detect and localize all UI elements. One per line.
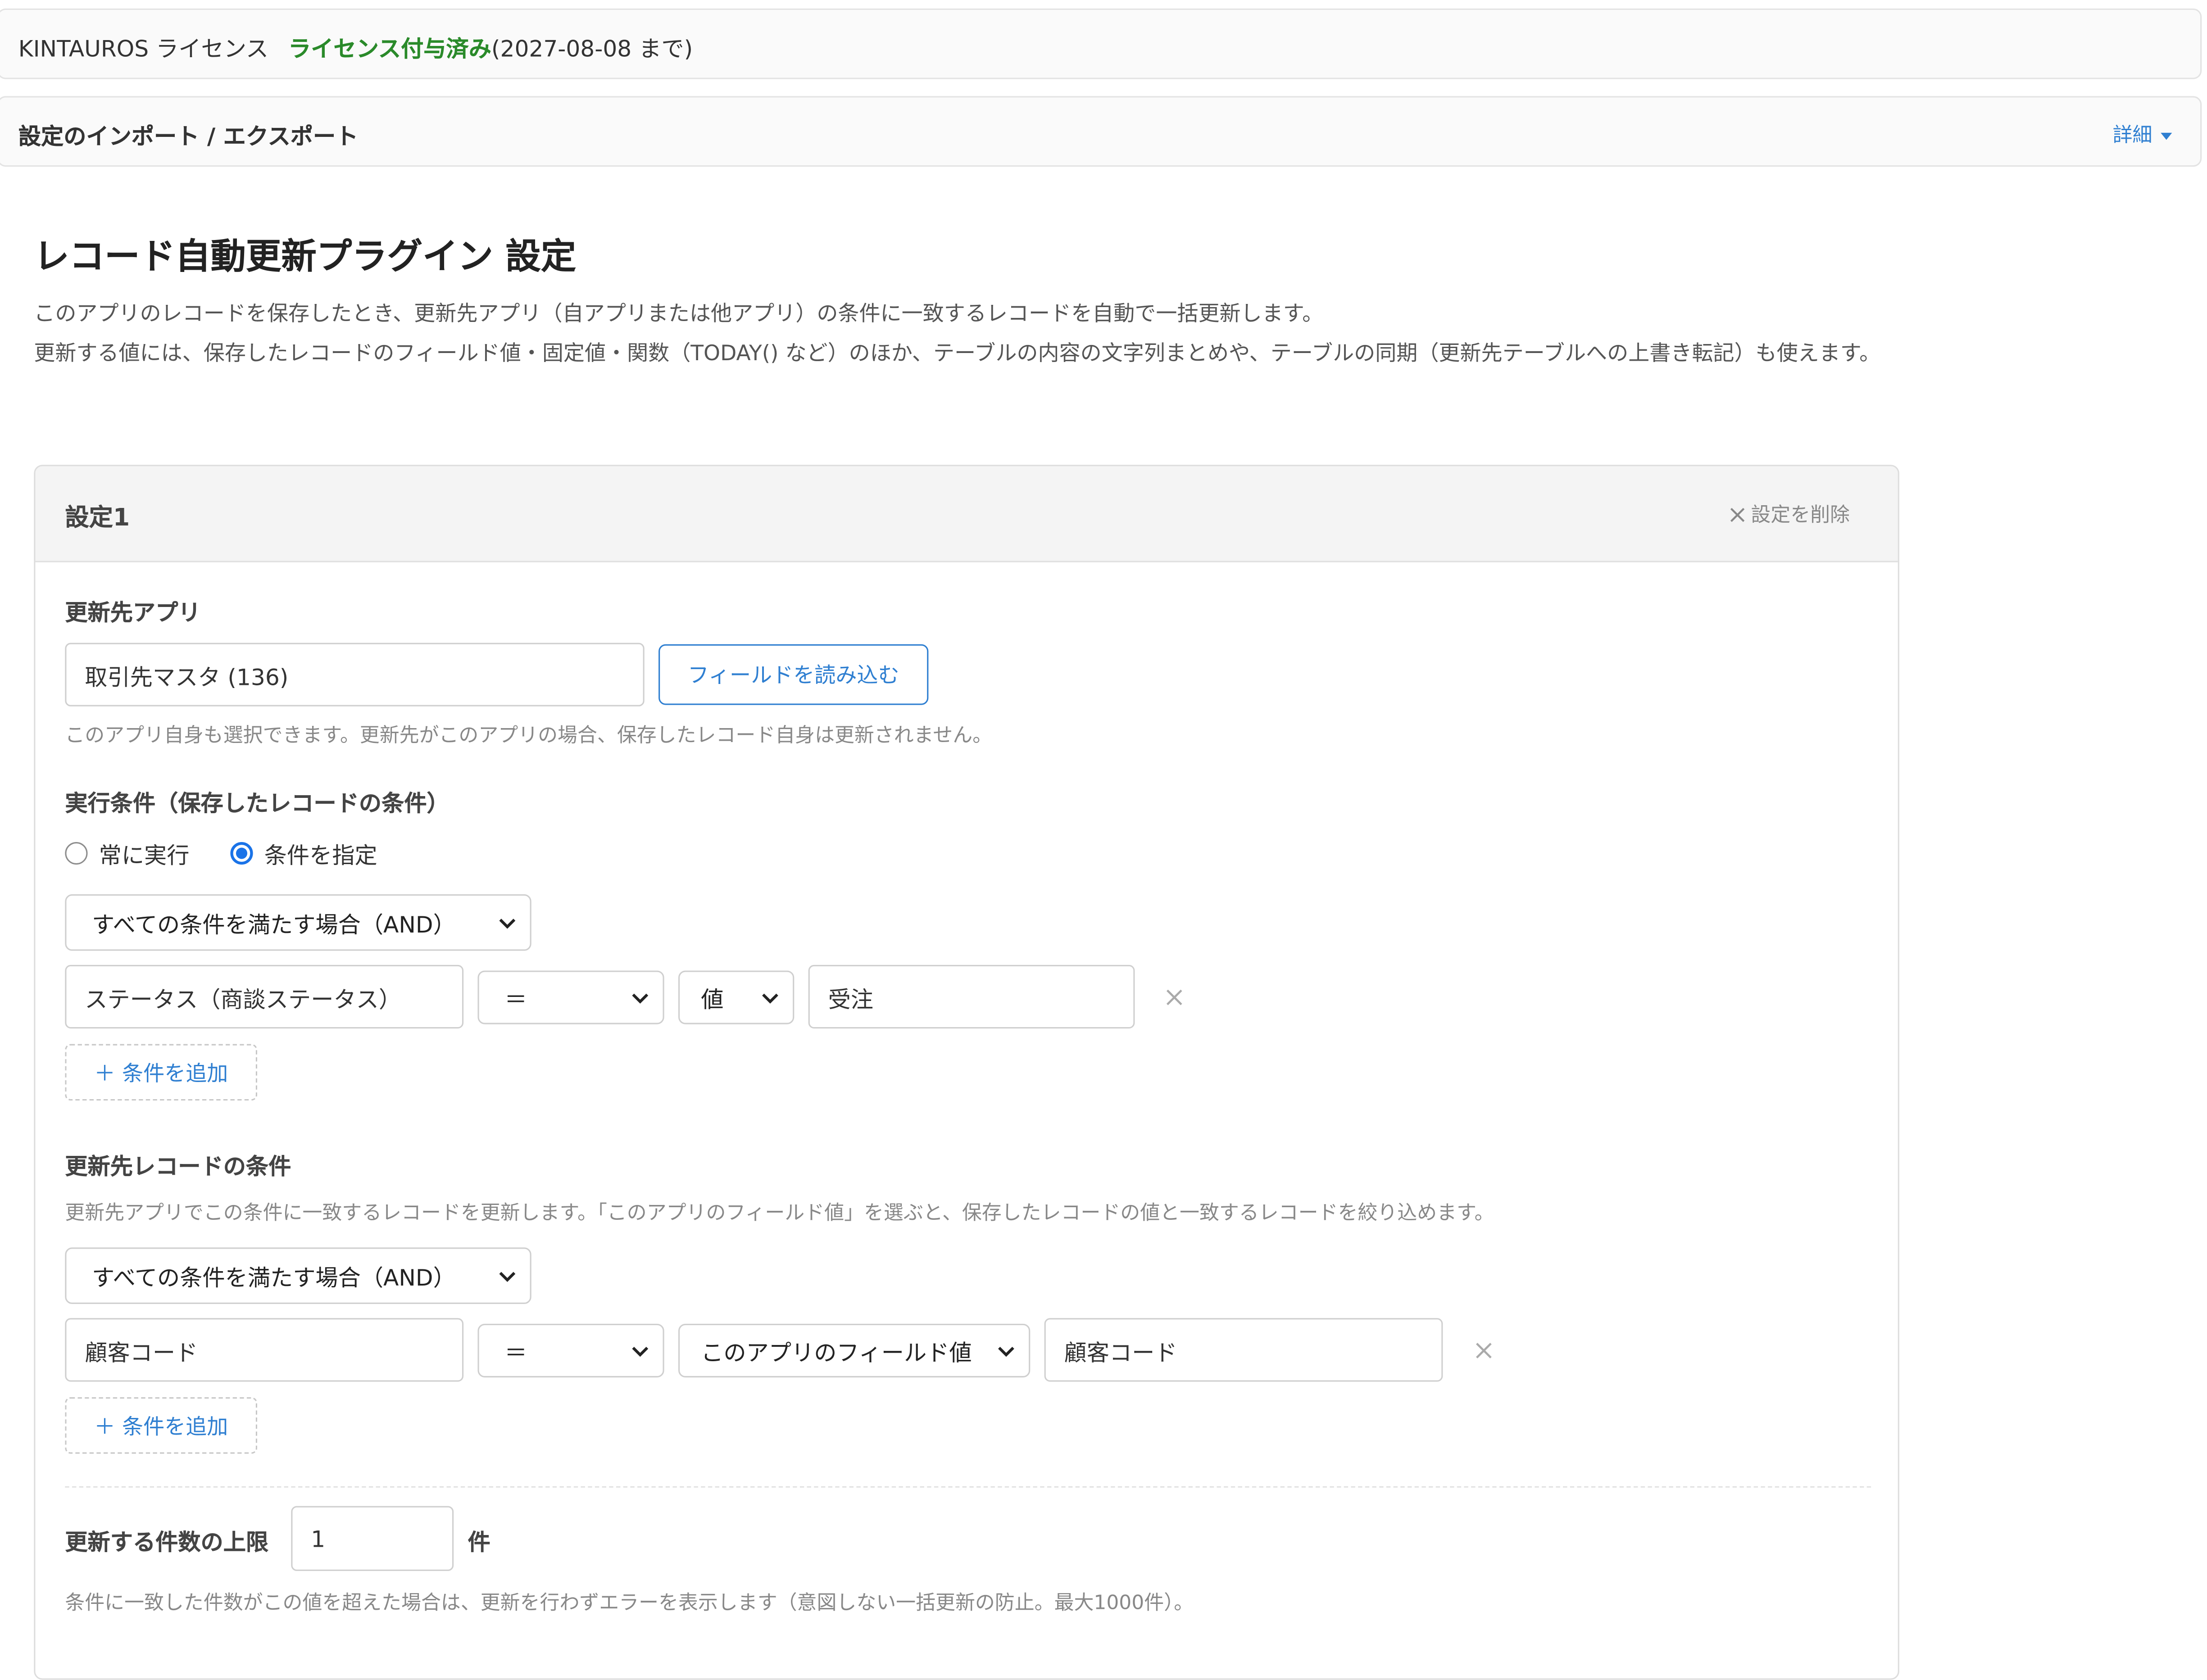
import-export-title: 設定のインポート / エクスポート (18, 122, 359, 150)
chevron-down-icon (998, 1346, 1014, 1357)
setting-card: 設定1 設定を削除 更新先アプリ 取引先マスタ (136) フィールドを読み込む… (34, 465, 1899, 1680)
limit-label: 更新する件数の上限 (65, 1528, 269, 1556)
license-text: KINTAUROS ライセンス ライセンス付与済み(2027-08-08 まで) (18, 30, 693, 63)
description-line-2: 更新する値には、保存したレコードのフィールド値・固定値・関数（TODAY() な… (34, 340, 1881, 366)
exec-value-input[interactable]: 受注 (808, 965, 1135, 1029)
target-app-label: 更新先アプリ (65, 599, 201, 626)
target-logic-select[interactable]: すべての条件を満たす場合（AND） (65, 1247, 531, 1304)
setting-card-header: 設定1 設定を削除 (35, 466, 1898, 562)
exec-operator-value: ＝ (504, 986, 527, 1013)
target-type-select[interactable]: このアプリのフィールド値 (678, 1323, 1031, 1378)
exec-logic-select[interactable]: すべての条件を満たす場合（AND） (65, 894, 531, 951)
limit-unit: 件 (468, 1528, 490, 1556)
remove-condition-icon[interactable] (1474, 1340, 1494, 1360)
delete-setting-button[interactable]: 設定を削除 (1730, 500, 1850, 529)
remove-condition-icon[interactable] (1164, 987, 1184, 1007)
description-line-1: このアプリのレコードを保存したとき、更新先アプリ（自アプリまたは他アプリ）の条件… (34, 301, 1324, 326)
target-operator-select[interactable]: ＝ (477, 1323, 664, 1378)
radio-specify-label: 条件を指定 (264, 842, 377, 869)
exec-condition-label: 実行条件（保存したレコードの条件） (65, 789, 450, 817)
load-fields-button[interactable]: フィールドを読み込む (658, 644, 929, 705)
radio-always-label: 常に実行 (99, 842, 190, 869)
radio-always-run[interactable]: 常に実行 (65, 836, 189, 870)
target-operator-value: ＝ (504, 1339, 527, 1366)
chevron-down-icon (499, 919, 516, 929)
chevron-down-icon (499, 1272, 516, 1282)
limit-note: 条件に一致した件数がこの値を超えた場合は、更新を行わずエラーを表示します（意図し… (65, 1592, 1194, 1615)
radio-circle-off (65, 842, 88, 865)
chevron-down-icon (632, 1346, 649, 1357)
exec-type-select[interactable]: 値 (678, 970, 795, 1024)
target-value-input[interactable]: 顧客コード (1044, 1318, 1443, 1382)
license-until: (2027-08-08 まで) (491, 35, 693, 63)
target-condition-note: 更新先アプリでこの条件に一致するレコードを更新します。「このアプリのフィールド値… (65, 1202, 1494, 1225)
detail-label: 詳細 (2112, 124, 2153, 147)
target-condition-label: 更新先レコードの条件 (65, 1153, 291, 1180)
import-export-panel[interactable]: 設定のインポート / エクスポート 詳細 (0, 96, 2202, 167)
limit-input[interactable]: 1 (291, 1506, 454, 1571)
license-panel: KINTAUROS ライセンス ライセンス付与済み(2027-08-08 まで) (0, 8, 2202, 79)
radio-specify-condition[interactable]: 条件を指定 (230, 836, 377, 870)
chevron-down-icon (632, 993, 649, 1004)
target-app-note: このアプリ自身も選択できます。更新先がこのアプリの場合、保存したレコード自身は更… (65, 725, 993, 747)
target-logic-value: すべての条件を満たす場合（AND） (91, 1264, 456, 1291)
exec-logic-value: すべての条件を満たす場合（AND） (91, 911, 456, 938)
target-app-input[interactable]: 取引先マスタ (136) (65, 643, 645, 706)
license-product: KINTAUROS ライセンス (18, 35, 269, 63)
chevron-down-icon (762, 993, 778, 1004)
radio-circle-on (230, 842, 253, 865)
close-icon (1730, 507, 1745, 522)
exec-type-value: 値 (701, 986, 724, 1013)
delete-setting-label: 設定を削除 (1751, 504, 1850, 527)
caret-down-icon (2161, 132, 2172, 140)
target-type-value: このアプリのフィールド値 (701, 1339, 972, 1366)
setting-label: 設定1 (65, 504, 130, 533)
exec-field-input[interactable]: ステータス（商談ステータス） (65, 965, 464, 1029)
section-divider (65, 1486, 1871, 1488)
add-exec-condition-button[interactable]: ＋ 条件を追加 (65, 1044, 258, 1101)
detail-toggle[interactable]: 詳細 (2113, 120, 2172, 149)
plugin-settings-page: KINTAUROS ライセンス ライセンス付与済み(2027-08-08 まで) … (0, 0, 2207, 1680)
page-description: このアプリのレコードを保存したとき、更新先アプリ（自アプリまたは他アプリ）の条件… (34, 294, 1913, 373)
page-title: レコード自動更新プラグイン 設定 (34, 235, 577, 277)
target-field-input[interactable]: 顧客コード (65, 1318, 464, 1382)
license-status: ライセンス付与済み (288, 35, 491, 63)
exec-operator-select[interactable]: ＝ (477, 970, 664, 1024)
add-target-condition-button[interactable]: ＋ 条件を追加 (65, 1397, 258, 1454)
